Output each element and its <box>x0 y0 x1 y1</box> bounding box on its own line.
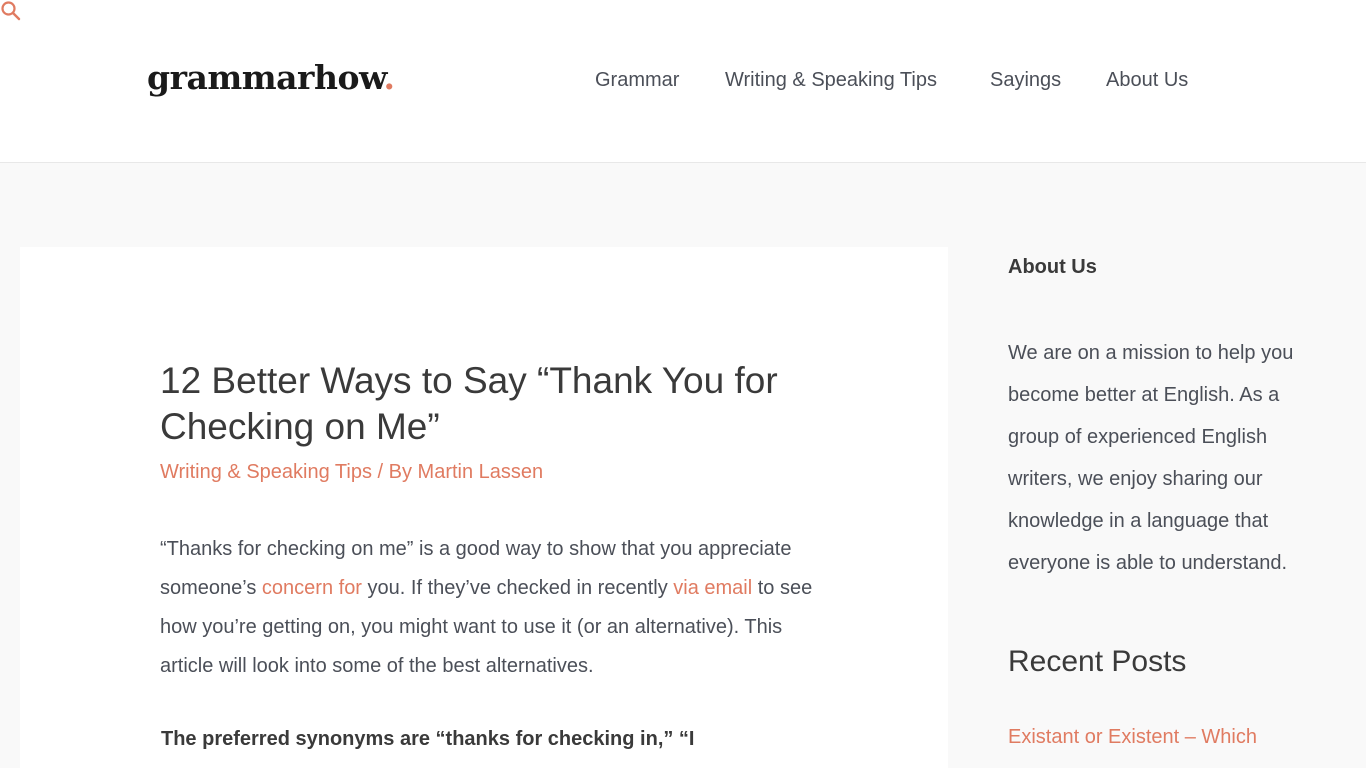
nav-item-about-us[interactable]: About Us <box>1106 69 1188 92</box>
concern-for-link[interactable]: concern for <box>262 577 362 599</box>
byline-separator: / By <box>371 461 418 483</box>
nav-item-sayings[interactable]: Sayings <box>990 69 1061 92</box>
intro-text-2: you. If they’ve checked in recently <box>361 577 674 599</box>
synonyms-paragraph: The preferred synonyms are “thanks for c… <box>161 728 695 750</box>
author-link[interactable]: Martin Lassen <box>418 461 544 483</box>
search-icon[interactable] <box>0 1 22 26</box>
nav-item-grammar[interactable]: Grammar <box>595 69 679 92</box>
sidebar-about-title: About Us <box>1008 256 1097 278</box>
sidebar-recent-title: Recent Posts <box>1008 645 1187 678</box>
nav-item-writing-speaking-tips[interactable]: Writing & Speaking Tips <box>725 69 937 92</box>
via-email-link[interactable]: via email <box>673 577 752 599</box>
category-link[interactable]: Writing & Speaking Tips <box>160 461 372 483</box>
article-title: 12 Better Ways to Say “Thank You for Che… <box>160 360 778 447</box>
site-header: grammarhow. Grammar Writing & Speaking T… <box>0 0 1366 163</box>
intro-paragraph: “Thanks for checking on me” is a good wa… <box>160 530 820 686</box>
recent-post-link[interactable]: Existant or Existent – Which <box>1008 726 1257 749</box>
article-container <box>20 247 948 768</box>
article-meta: Writing & Speaking Tips / By Martin Lass… <box>160 461 543 484</box>
sidebar-about-text: We are on a mission to help you become b… <box>1008 342 1294 574</box>
main-nav: Grammar Writing & Speaking Tips Sayings … <box>0 69 1366 95</box>
